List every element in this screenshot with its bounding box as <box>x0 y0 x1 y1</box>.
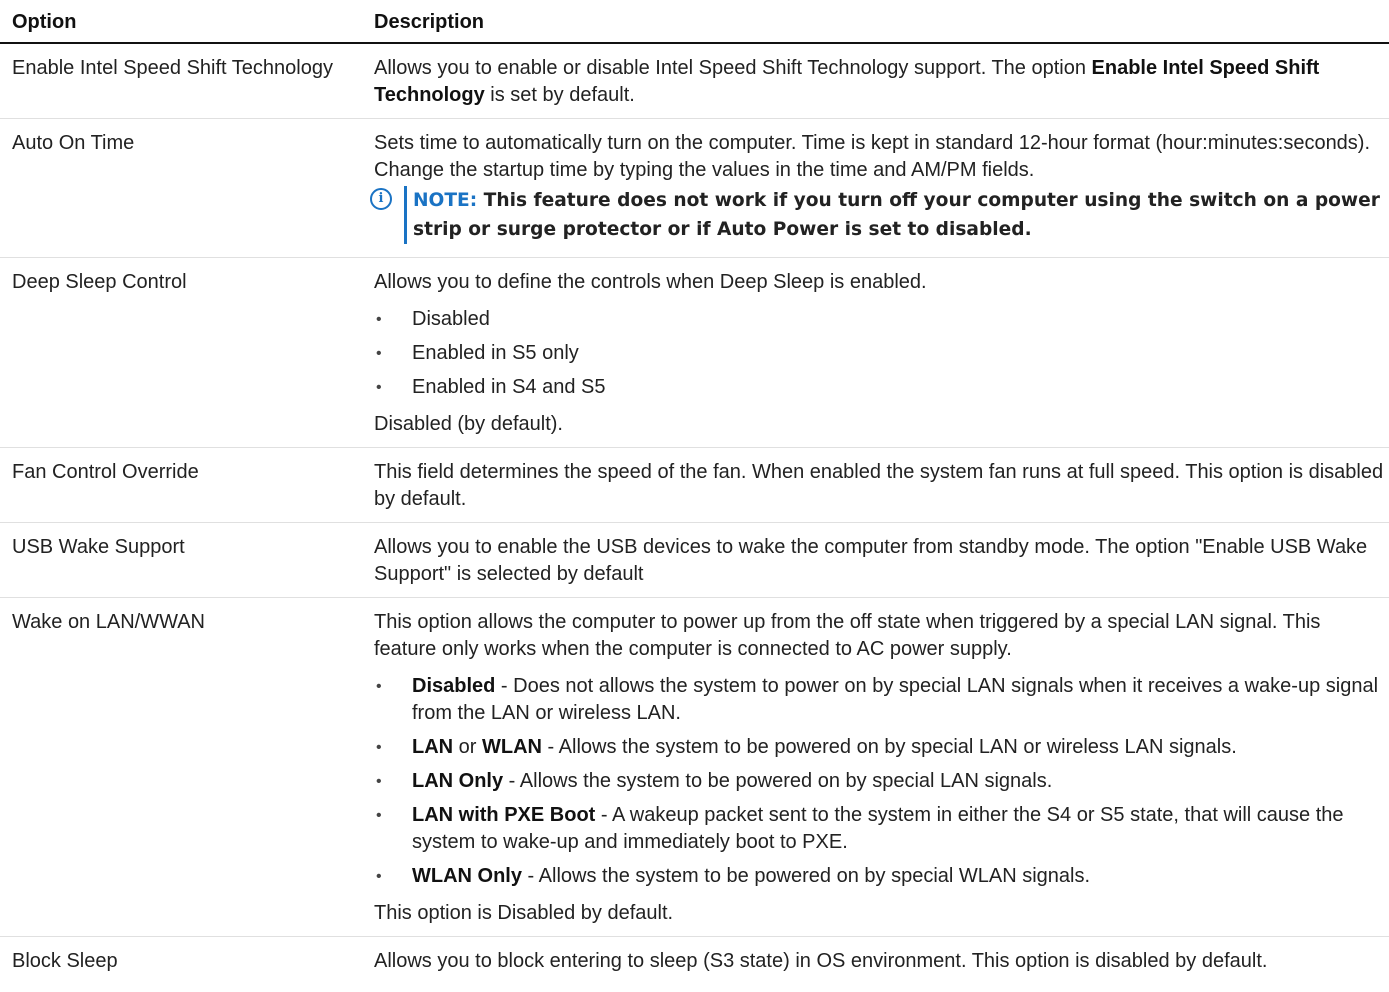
list-item-connector: or <box>453 736 483 758</box>
list-item-term: Disabled <box>412 675 496 697</box>
list-item-text: - Allows the system to be powered on by … <box>542 736 1237 758</box>
list-item-term: WLAN Only <box>412 865 522 887</box>
option-column-header: Option <box>12 11 77 33</box>
note-label: NOTE: <box>413 190 478 211</box>
bullet-icon: • <box>376 773 382 790</box>
option-cell: Fan Control Override <box>12 461 199 483</box>
table-row: Fan Control Override This field determin… <box>0 448 1389 523</box>
table-row: Block Sleep Allows you to block entering… <box>0 937 1389 984</box>
description-cell: Allows you to block entering to sleep (S… <box>362 937 1389 984</box>
list-item-text: - Does not allows the system to power on… <box>412 675 1379 724</box>
description-cell: Allows you to define the controls when D… <box>362 258 1389 447</box>
option-cell: Enable Intel Speed Shift Technology <box>12 57 333 79</box>
table-row: Deep Sleep Control Allows you to define … <box>0 258 1389 448</box>
list-item-term: LAN Only <box>412 770 504 792</box>
bullet-icon: • <box>376 379 382 396</box>
description-text: Allows you to enable the USB devices to … <box>374 536 1368 585</box>
description-cell: Allows you to enable or disable Intel Sp… <box>362 44 1389 118</box>
description-text: Allows you to define the controls when D… <box>374 271 927 293</box>
note-body: This feature does not work if you turn o… <box>413 190 1380 240</box>
info-icon: i <box>370 188 392 210</box>
table-row: USB Wake Support Allows you to enable th… <box>0 523 1389 598</box>
list-item: • LAN with PXE Boot - A wakeup packet sen… <box>374 802 1385 856</box>
description-text: Allows you to block entering to sleep (S… <box>374 950 1268 972</box>
bullet-icon: • <box>376 739 382 756</box>
list-item: • Enabled in S4 and S5 <box>374 374 1385 401</box>
option-cell: Block Sleep <box>12 950 118 972</box>
list-item: • Enabled in S5 only <box>374 340 1385 367</box>
default-note: Disabled (by default). <box>374 413 563 435</box>
list-item: • WLAN Only - Allows the system to be pow… <box>374 863 1385 890</box>
description-cell: This field determines the speed of the f… <box>362 448 1389 522</box>
option-list: • Disabled • Enabled in S5 only • Enabled i… <box>374 306 1385 401</box>
list-item-text: Enabled in S5 only <box>412 342 579 364</box>
list-item-term: LAN <box>412 736 454 758</box>
description-cell: Allows you to enable the USB devices to … <box>362 523 1389 597</box>
option-list: • Disabled - Does not allows the system t… <box>374 673 1385 890</box>
list-item-text: - Allows the system to be powered on by … <box>503 770 1053 792</box>
note-callout: i NOTE: This feature does not work if yo… <box>370 186 1385 244</box>
description-text: This option allows the computer to power… <box>374 611 1321 660</box>
description-cell: Sets time to automatically turn on the c… <box>362 119 1389 257</box>
list-item-term: LAN with PXE Boot <box>412 804 596 826</box>
description-cell: This option allows the computer to power… <box>362 598 1389 936</box>
table-row: Auto On Time Sets time to automatically … <box>0 119 1389 258</box>
options-table: Option Description Enable Intel Speed Sh… <box>0 0 1389 984</box>
option-cell: Deep Sleep Control <box>12 271 187 293</box>
option-cell: Auto On Time <box>12 132 135 154</box>
bullet-icon: • <box>376 311 382 328</box>
table-row: Wake on LAN/WWAN This option allows the … <box>0 598 1389 937</box>
list-item-text: - Allows the system to be powered on by … <box>522 865 1091 887</box>
description-text: This field determines the speed of the f… <box>374 461 1384 510</box>
bullet-icon: • <box>376 678 382 695</box>
list-item-text: Enabled in S4 and S5 <box>412 376 606 398</box>
description-text-part: Allows you to enable or disable Intel Sp… <box>374 57 1092 79</box>
description-text: Sets time to automatically turn on the c… <box>374 132 1371 181</box>
bullet-icon: • <box>376 807 382 824</box>
bullet-icon: • <box>376 868 382 885</box>
note-text: NOTE: This feature does not work if you … <box>404 186 1385 244</box>
bullet-icon: • <box>376 345 382 362</box>
table-header: Option Description <box>0 0 1389 44</box>
list-item: • LAN or WLAN - Allows the system to be p… <box>374 734 1385 761</box>
list-item-text: Disabled <box>412 308 490 330</box>
table-row: Enable Intel Speed Shift Technology Allo… <box>0 44 1389 119</box>
description-column-header: Description <box>374 11 485 33</box>
option-cell: Wake on LAN/WWAN <box>12 611 205 633</box>
list-item: • LAN Only - Allows the system to be powe… <box>374 768 1385 795</box>
default-note: This option is Disabled by default. <box>374 902 674 924</box>
option-cell: USB Wake Support <box>12 536 185 558</box>
list-item: • Disabled - Does not allows the system t… <box>374 673 1385 727</box>
description-text: Allows you to enable or disable Intel Sp… <box>374 55 1385 109</box>
list-item-term: WLAN <box>482 736 542 758</box>
list-item: • Disabled <box>374 306 1385 333</box>
description-text-part: is set by default. <box>484 84 635 106</box>
